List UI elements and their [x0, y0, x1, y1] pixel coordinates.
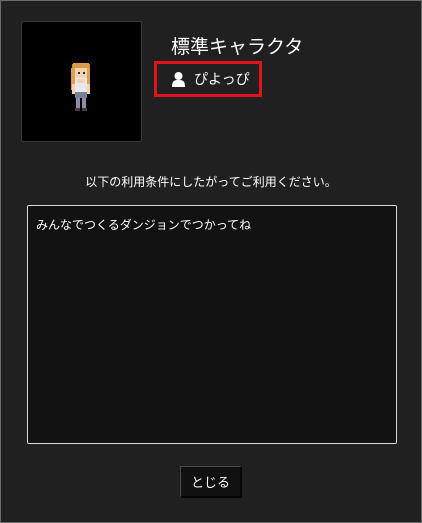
user-icon: [172, 72, 185, 87]
character-sprite-frame: [21, 21, 142, 142]
author-row: ぴよっぴ: [154, 61, 262, 97]
close-button[interactable]: とじる: [180, 466, 242, 498]
terms-text: みんなでつくるダンジョンでつかってね: [36, 218, 252, 232]
author-name: ぴよっぴ: [194, 72, 250, 88]
character-name: 標準キャラクタ: [171, 36, 304, 58]
terms-textbox[interactable]: みんなでつくるダンジョンでつかってね: [27, 205, 397, 444]
character-sprite: [71, 63, 90, 111]
character-info-dialog: 標準キャラクタ ぴよっぴ 以下の利用条件にしたがってご利用ください。 みんなでつ…: [0, 0, 422, 523]
terms-caption: 以下の利用条件にしたがってご利用ください。: [85, 175, 337, 189]
